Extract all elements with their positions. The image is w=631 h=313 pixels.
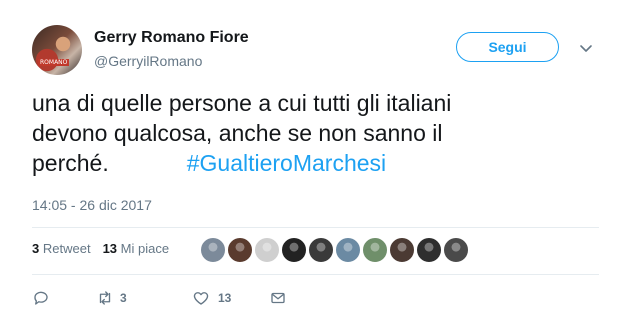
engagement-stats: 3 Retweet 13 Mi piace <box>32 241 169 256</box>
reply-action[interactable] <box>32 289 96 307</box>
liker-avatar[interactable] <box>442 236 470 264</box>
liker-avatar[interactable] <box>334 236 362 264</box>
liker-avatar[interactable] <box>361 236 389 264</box>
retweet-action-count: 3 <box>120 291 127 305</box>
follow-button[interactable]: Segui <box>456 32 559 62</box>
liker-avatars <box>199 236 470 264</box>
tweet-line-last: perché. #GualtieroMarchesi <box>32 148 592 178</box>
hashtag-link[interactable]: #GualtieroMarchesi <box>187 150 386 176</box>
like-label: Mi piace <box>120 241 170 256</box>
liker-avatar[interactable] <box>226 236 254 264</box>
heart-icon <box>193 292 209 305</box>
reply-icon <box>34 291 48 305</box>
like-action-count: 13 <box>218 291 232 305</box>
author-name[interactable]: Gerry Romano Fiore <box>94 29 249 47</box>
like-stat[interactable]: 13 Mi piace <box>103 241 170 256</box>
like-action[interactable]: 13 <box>192 289 269 307</box>
tweet-text: una di quelle persone a cui tutti gli it… <box>32 88 592 178</box>
liker-avatar[interactable] <box>388 236 416 264</box>
divider <box>32 227 599 228</box>
retweet-count: 3 <box>32 241 40 256</box>
like-count: 13 <box>102 241 118 256</box>
author-handle[interactable]: @GerryilRomano <box>94 53 202 69</box>
retweet-stat[interactable]: 3 Retweet <box>32 241 91 256</box>
liker-avatar[interactable] <box>199 236 227 264</box>
retweet-label: Retweet <box>42 241 91 256</box>
avatar-stamp: ROMANO <box>38 59 70 66</box>
liker-avatar[interactable] <box>253 236 281 264</box>
retweet-icon <box>99 291 111 305</box>
tweet-line: devono qualcosa, anche se non sanno il <box>32 120 443 146</box>
tweet-line-text: perché. <box>32 150 109 176</box>
liker-avatar[interactable] <box>415 236 443 264</box>
envelope-icon <box>271 292 285 304</box>
chevron-down-icon[interactable] <box>578 40 594 56</box>
action-bar: 3 13 <box>32 289 287 307</box>
tweet-timestamp[interactable]: 14:05 - 26 dic 2017 <box>32 197 152 213</box>
liker-avatar[interactable] <box>280 236 308 264</box>
tweet-line: una di quelle persone a cui tutti gli it… <box>32 90 452 116</box>
liker-avatar[interactable] <box>307 236 335 264</box>
direct-message-action[interactable] <box>269 289 287 307</box>
divider <box>32 274 599 275</box>
retweet-action[interactable]: 3 <box>96 289 192 307</box>
avatar[interactable]: ROMANO <box>32 25 82 75</box>
